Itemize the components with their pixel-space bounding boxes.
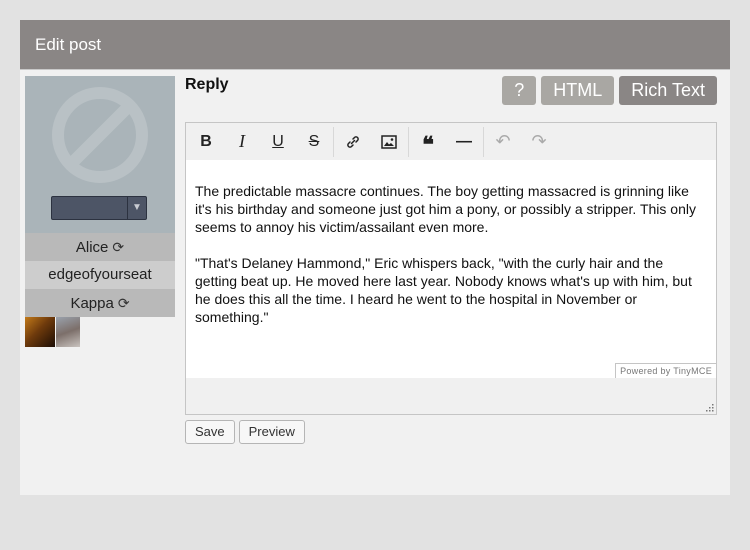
character-kappa[interactable]: Kappa ⟳	[25, 289, 175, 317]
powered-by-label[interactable]: Powered by TinyMCE	[615, 363, 716, 379]
editor-mode-buttons: ? HTML Rich Text	[502, 76, 717, 105]
rich-text-editor: B I U S ❝ — ↶ ↷ The predictable massacre…	[185, 122, 717, 415]
sync-icon[interactable]: ⟳	[112, 239, 124, 255]
redo-icon: ↷	[531, 131, 547, 151]
icon-thumbnails	[25, 317, 175, 347]
character-name: edgeofyourseat	[48, 266, 152, 283]
resize-handle-icon[interactable]	[704, 402, 714, 412]
underline-icon: U	[272, 132, 284, 150]
link-icon	[347, 135, 359, 148]
sync-icon[interactable]: ⟳	[118, 295, 130, 311]
icon-thumbnail[interactable]	[56, 317, 80, 347]
avatar-select[interactable]: ▼	[51, 196, 147, 220]
strikethrough-icon: S	[308, 132, 320, 150]
horizontal-rule-button[interactable]: —	[446, 127, 482, 157]
redo-button[interactable]: ↷	[521, 127, 557, 157]
toolbar-separator	[483, 126, 484, 157]
content-paragraph: "That's Delaney Hammond," Eric whispers …	[195, 255, 692, 325]
edit-post-panel: Edit post ▼ Alice ⟳ edgeofyourseat Kappa ⟳	[20, 20, 730, 495]
chevron-down-icon: ▼	[127, 197, 146, 219]
image-icon	[381, 134, 397, 149]
toolbar-separator	[408, 126, 409, 157]
quote-icon: ❝	[422, 131, 434, 157]
image-button[interactable]	[371, 127, 407, 157]
strikethrough-button[interactable]: S	[296, 127, 332, 157]
character-name: Alice	[75, 239, 109, 256]
italic-button[interactable]: I	[224, 127, 260, 157]
character-alice[interactable]: Alice ⟳	[25, 233, 175, 261]
undo-icon: ↶	[495, 131, 511, 151]
rich-text-mode-button[interactable]: Rich Text	[619, 76, 717, 105]
toolbar-separator	[333, 126, 334, 157]
link-button[interactable]	[335, 127, 371, 157]
editor-toolbar: B I U S ❝ — ↶ ↷	[186, 123, 716, 161]
no-avatar-icon	[52, 87, 148, 183]
editor-content[interactable]: The predictable massacre continues. The …	[186, 160, 716, 379]
italic-icon: I	[239, 131, 245, 151]
blockquote-button[interactable]: ❝	[410, 127, 446, 157]
panel-title: Edit post	[20, 20, 730, 70]
preview-button[interactable]: Preview	[238, 420, 305, 444]
content-paragraph: The predictable massacre continues. The …	[195, 183, 696, 235]
reply-heading: Reply	[185, 76, 229, 93]
character-sidebar: ▼ Alice ⟳ edgeofyourseat Kappa ⟳	[25, 76, 175, 347]
character-name: Kappa	[70, 295, 114, 312]
form-actions: Save Preview	[185, 420, 305, 444]
save-button[interactable]: Save	[185, 420, 235, 444]
horizontal-rule-icon: —	[456, 132, 472, 150]
bold-button[interactable]: B	[188, 127, 224, 157]
help-button[interactable]: ?	[502, 76, 537, 105]
editor-statusbar	[186, 378, 716, 414]
character-edgeofyourseat[interactable]: edgeofyourseat	[25, 261, 175, 289]
underline-button[interactable]: U	[260, 127, 296, 157]
icon-thumbnail[interactable]	[25, 317, 55, 347]
undo-button[interactable]: ↶	[485, 127, 521, 157]
bold-icon: B	[200, 132, 212, 150]
html-mode-button[interactable]: HTML	[541, 76, 615, 105]
avatar: ▼	[25, 76, 175, 233]
